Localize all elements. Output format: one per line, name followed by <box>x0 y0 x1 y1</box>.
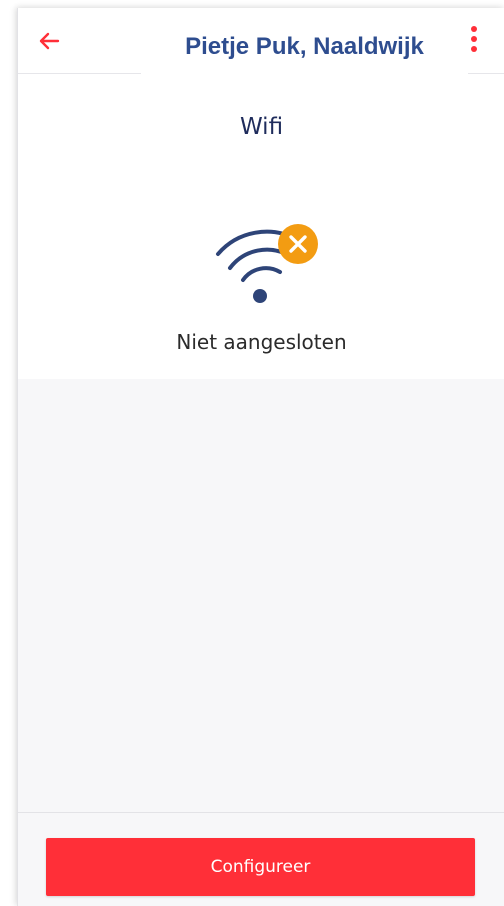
app-screen: Wifi Niet aangesloten Configureer <box>17 8 504 906</box>
bottom-divider <box>18 812 504 813</box>
page-title-text: Pietje Puk, Naaldwijk <box>185 33 424 60</box>
arrow-left-icon <box>39 32 60 50</box>
back-button[interactable] <box>34 26 64 56</box>
page-title: Pietje Puk, Naaldwijk <box>141 18 468 76</box>
wifi-status-panel: Wifi Niet aangesloten <box>18 74 504 379</box>
error-badge-icon <box>278 224 318 264</box>
configure-button[interactable]: Configureer <box>46 838 475 896</box>
connection-status-text: Niet aangesloten <box>176 330 347 354</box>
wifi-disconnected-icon <box>212 214 322 304</box>
section-title: Wifi <box>239 114 284 140</box>
